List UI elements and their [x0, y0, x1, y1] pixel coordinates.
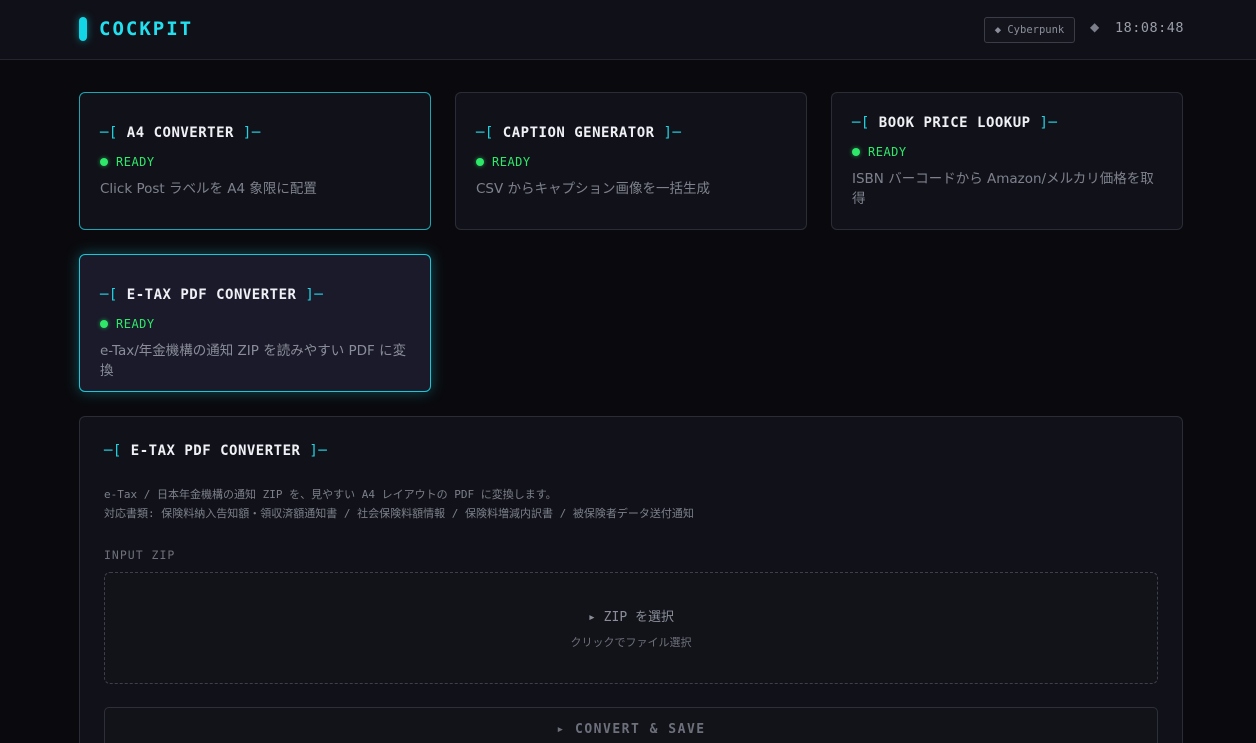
- theme-switch-button[interactable]: ◆ Cyberpunk: [984, 17, 1075, 43]
- status-dot-icon: [852, 148, 860, 156]
- card-description: ISBN バーコードから Amazon/メルカリ価格を取得: [852, 171, 1154, 207]
- zip-dropzone[interactable]: ▸ ZIP を選択 クリックでファイル選択: [104, 572, 1158, 684]
- tool-card-book-price-lookup[interactable]: ─[ BOOK PRICE LOOKUP ]─ READY ISBN バーコード…: [831, 92, 1183, 230]
- card-title: ─[ BOOK PRICE LOOKUP ]─: [852, 115, 1058, 131]
- status-dot-icon: [476, 158, 484, 166]
- panel-description: e-Tax / 日本年金機構の通知 ZIP を、見やすい A4 レイアウトの P…: [104, 485, 694, 523]
- dropzone-title: ▸ ZIP を選択: [588, 610, 674, 625]
- top-bar: COCKPIT ◆ Cyberpunk ◆ 18:08:48: [0, 0, 1256, 60]
- clock: 18:08:48: [1115, 20, 1185, 36]
- status-badge: READY: [476, 155, 531, 169]
- status-dot-icon: [100, 320, 108, 328]
- card-title: ─[ CAPTION GENERATOR ]─: [476, 125, 682, 141]
- description-line: e-Tax / 日本年金機構の通知 ZIP を、見やすい A4 レイアウトの P…: [104, 488, 557, 501]
- input-zip-label: INPUT ZIP: [104, 548, 176, 562]
- brand[interactable]: COCKPIT: [79, 16, 193, 41]
- theme-label: ◆ Cyberpunk: [994, 24, 1065, 36]
- dropzone-hint: クリックでファイル選択: [570, 636, 692, 649]
- app-title: COCKPIT: [99, 17, 194, 40]
- diamond-icon: ◆: [1090, 20, 1100, 34]
- status-badge: READY: [100, 317, 155, 331]
- card-title: ─[ A4 CONVERTER ]─: [100, 125, 261, 141]
- tool-card-a4-converter[interactable]: ─[ A4 CONVERTER ]─ READY Click Post ラベルを…: [79, 92, 431, 230]
- status-badge: READY: [100, 155, 155, 169]
- tool-card-etax-pdf-converter[interactable]: ─[ E-TAX PDF CONVERTER ]─ READY e-Tax/年金…: [79, 254, 431, 392]
- panel-title: ─[ E-TAX PDF CONVERTER ]─: [104, 443, 328, 459]
- card-title: ─[ E-TAX PDF CONVERTER ]─: [100, 287, 324, 303]
- convert-save-button[interactable]: ▸ CONVERT & SAVE: [104, 707, 1158, 743]
- tool-card-caption-generator[interactable]: ─[ CAPTION GENERATOR ]─ READY CSV からキャプシ…: [455, 92, 807, 230]
- status-dot-icon: [100, 158, 108, 166]
- card-description: Click Post ラベルを A4 象限に配置: [100, 181, 317, 197]
- card-description: e-Tax/年金機構の通知 ZIP を読みやすい PDF に変換: [100, 343, 407, 379]
- supported-documents-line: 対応書類: 保険料納入告知額・領収済額通知書 / 社会保険料額情報 / 保険料増…: [104, 507, 694, 520]
- card-description: CSV からキャプション画像を一括生成: [476, 181, 711, 197]
- etax-converter-panel: ─[ E-TAX PDF CONVERTER ]─ e-Tax / 日本年金機構…: [79, 416, 1183, 743]
- brand-accent-bar: [79, 16, 87, 41]
- status-badge: READY: [852, 145, 907, 159]
